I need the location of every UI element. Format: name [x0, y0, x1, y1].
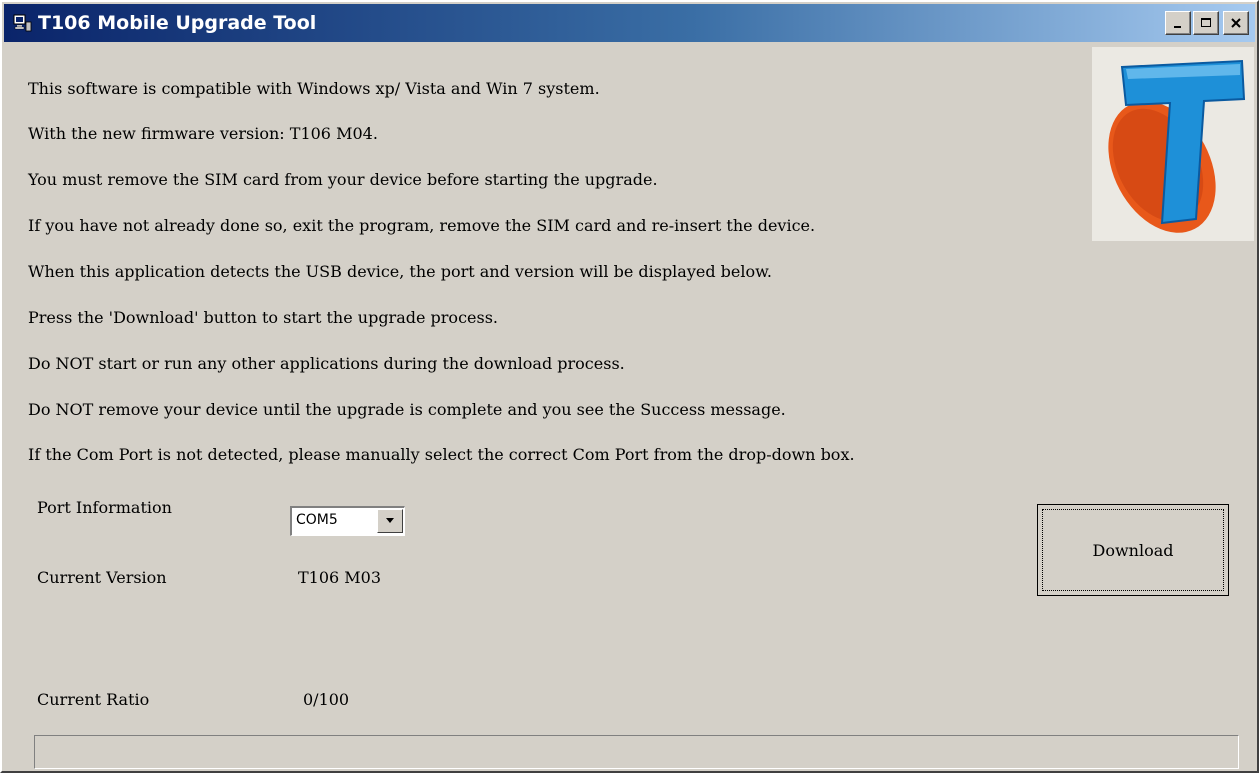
info-line-detect-usb: When this application detects the USB de…: [28, 262, 773, 281]
port-information-label: Port Information: [37, 498, 172, 517]
window-title: T106 Mobile Upgrade Tool: [38, 12, 317, 34]
com-port-selected-value: COM5: [296, 512, 338, 528]
minimize-icon: [1172, 14, 1184, 33]
maximize-button[interactable]: [1193, 11, 1219, 35]
info-line-com-port: If the Com Port is not detected, please …: [28, 445, 855, 464]
download-button-label: Download: [1092, 540, 1174, 560]
info-line-remove-sim: You must remove the SIM card from your d…: [28, 170, 658, 189]
download-progress-bar: [34, 735, 1239, 769]
close-icon: [1230, 14, 1242, 33]
minimize-button[interactable]: [1165, 11, 1191, 35]
window-controls: [1165, 11, 1249, 35]
current-ratio-value: 0/100: [303, 690, 350, 709]
app-window: T106 Mobile Upgrade Tool This software i…: [0, 0, 1259, 773]
telstra-t-icon: [1108, 59, 1246, 233]
info-line-firmware: With the new firmware version: T106 M04.: [28, 124, 378, 143]
info-line-press-download: Press the 'Download' button to start the…: [28, 308, 498, 327]
close-button[interactable]: [1223, 11, 1249, 35]
info-line-no-remove: Do NOT remove your device until the upgr…: [28, 400, 786, 419]
info-line-exit-program: If you have not already done so, exit th…: [28, 216, 816, 235]
info-line-no-other-apps: Do NOT start or run any other applicatio…: [28, 354, 625, 373]
download-button[interactable]: Download: [1037, 504, 1229, 596]
telstra-logo: [1092, 47, 1254, 241]
current-version-label: Current Version: [37, 568, 167, 587]
maximize-icon: [1200, 14, 1212, 33]
com-port-select[interactable]: COM5: [290, 506, 405, 536]
com-port-dropdown-button[interactable]: [377, 509, 403, 533]
chevron-down-icon: [384, 512, 396, 530]
current-version-value: T106 M03: [298, 568, 382, 587]
title-bar[interactable]: T106 Mobile Upgrade Tool: [4, 4, 1255, 42]
current-ratio-label: Current Ratio: [37, 690, 150, 709]
computer-icon: [12, 12, 34, 34]
info-line-compatibility: This software is compatible with Windows…: [28, 79, 600, 98]
